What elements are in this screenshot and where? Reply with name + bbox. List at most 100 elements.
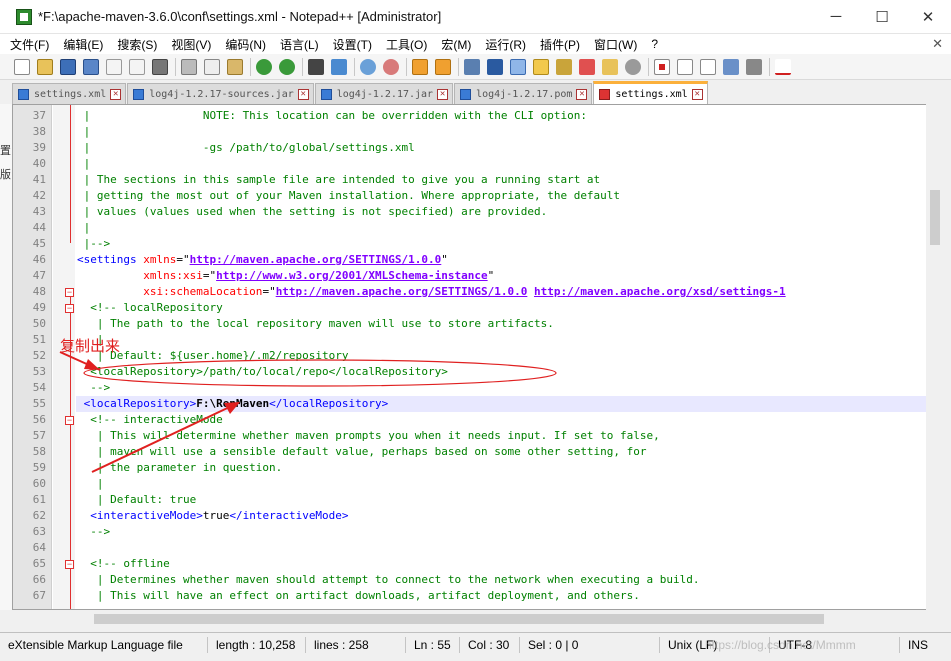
menu-settings[interactable]: 设置(T) <box>333 36 372 53</box>
fold-toggle-icon[interactable]: − <box>65 560 74 569</box>
menu-language[interactable]: 语言(L) <box>280 36 319 53</box>
tab-close-icon[interactable]: ✕ <box>110 88 122 100</box>
save-icon[interactable] <box>60 58 76 75</box>
editor-area[interactable]: 37 38 39 40 41 42 43 44 45 46 47 48 49 5… <box>12 104 938 610</box>
annotation-label: 复制出来 <box>60 337 121 355</box>
tab-log4j-sources-jar[interactable]: log4j-1.2.17-sources.jar ✕ <box>127 83 314 104</box>
menu-plugins[interactable]: 插件(P) <box>540 36 580 53</box>
play-macro-icon[interactable] <box>700 58 716 75</box>
line-number: 66 <box>32 573 46 586</box>
folder-workspace-icon[interactable] <box>602 58 618 75</box>
paste-icon[interactable] <box>227 58 243 75</box>
xml-url[interactable]: http://maven.apache.org/xsd/settings-1 <box>534 285 786 298</box>
tab-log4j-jar[interactable]: log4j-1.2.17.jar ✕ <box>314 83 454 104</box>
code-line-57: | This will determine whether maven prom… <box>77 429 660 442</box>
toolbar-separator <box>354 57 355 76</box>
tab-settings-xml-active[interactable]: settings.xml ✕ <box>593 81 708 104</box>
tab-settings-xml[interactable]: settings.xml ✕ <box>12 83 127 104</box>
lang-define-icon[interactable] <box>533 58 549 75</box>
show-all-chars-icon[interactable] <box>487 58 503 75</box>
xml-url[interactable]: http://maven.apache.org/SETTINGS/1.0.0 <box>276 285 528 298</box>
sync-horizontal-icon[interactable] <box>435 58 451 75</box>
minimize-button[interactable]: ─ <box>813 0 859 34</box>
close-file-icon[interactable] <box>106 58 122 75</box>
line-number: 40 <box>32 157 46 170</box>
window-title: *F:\apache-maven-3.6.0\conf\settings.xml… <box>38 9 442 24</box>
menu-help[interactable]: ? <box>651 37 658 51</box>
fold-toggle-icon[interactable]: − <box>65 416 74 425</box>
vertical-scroll-thumb[interactable] <box>930 190 940 245</box>
code-line-47: xmlns:xsi="http://www.w3.org/2001/XMLSch… <box>77 269 495 282</box>
maximize-button[interactable]: ☐ <box>859 0 905 34</box>
saved-file-icon <box>320 88 332 100</box>
undo-icon[interactable] <box>256 58 272 75</box>
zoom-in-icon[interactable] <box>360 58 376 75</box>
horizontal-scroll-thumb[interactable] <box>94 614 824 624</box>
run-macro-multiple-icon[interactable] <box>723 58 739 75</box>
toolbar-separator <box>250 57 251 76</box>
xml-url[interactable]: http://maven.apache.org/SETTINGS/1.0.0 <box>190 253 442 266</box>
menu-bar: 文件(F) 编辑(E) 搜索(S) 视图(V) 编码(N) 语言(L) 设置(T… <box>0 34 951 54</box>
menu-run[interactable]: 运行(R) <box>485 36 526 53</box>
tab-close-icon[interactable]: ✕ <box>297 88 309 100</box>
code-line-46: <settings xmlns="http://maven.apache.org… <box>77 253 448 266</box>
tab-label: log4j-1.2.17-sources.jar <box>149 88 294 100</box>
open-file-icon[interactable] <box>37 58 53 75</box>
menu-tools[interactable]: 工具(O) <box>386 36 427 53</box>
indent-guide-icon[interactable] <box>510 58 526 75</box>
replace-icon[interactable] <box>331 58 347 75</box>
left-edge-char: 置 <box>0 145 11 157</box>
menu-encoding[interactable]: 编码(N) <box>225 36 266 53</box>
new-file-icon[interactable] <box>14 58 30 75</box>
menu-file[interactable]: 文件(F) <box>10 36 49 53</box>
line-number: 59 <box>32 461 46 474</box>
save-all-icon[interactable] <box>83 58 99 75</box>
tab-close-icon[interactable]: ✕ <box>576 88 588 100</box>
code-line-58: | maven will use a sensible default valu… <box>77 445 647 458</box>
xml-tag: <settings <box>77 253 144 266</box>
line-number: 44 <box>32 221 46 234</box>
menu-window[interactable]: 窗口(W) <box>594 36 637 53</box>
code-line-63: --> <box>77 525 111 538</box>
tab-close-icon[interactable]: ✕ <box>691 88 703 100</box>
line-number: 42 <box>32 189 46 202</box>
sync-vertical-icon[interactable] <box>412 58 428 75</box>
line-number: 58 <box>32 445 46 458</box>
line-number: 47 <box>32 269 46 282</box>
doc-map-icon[interactable] <box>556 58 572 75</box>
copy-icon[interactable] <box>204 58 220 75</box>
tab-label: log4j-1.2.17.jar <box>336 88 434 100</box>
record-macro-icon[interactable] <box>654 58 670 75</box>
close-document-icon[interactable]: ✕ <box>932 36 943 52</box>
menu-macro[interactable]: 宏(M) <box>441 36 471 53</box>
cut-icon[interactable] <box>181 58 197 75</box>
menu-edit[interactable]: 编辑(E) <box>63 36 103 53</box>
vertical-scrollbar[interactable] <box>926 104 943 610</box>
stop-macro-icon[interactable] <box>677 58 693 75</box>
word-wrap-icon[interactable] <box>464 58 480 75</box>
xml-attr: xmlns <box>143 253 177 266</box>
zoom-out-icon[interactable] <box>383 58 399 75</box>
tab-log4j-pom[interactable]: log4j-1.2.17.pom ✕ <box>454 83 593 104</box>
close-button[interactable]: ✕ <box>905 0 951 34</box>
xml-url[interactable]: http://www.w3.org/2001/XMLSchema-instanc… <box>216 269 488 282</box>
tab-close-icon[interactable]: ✕ <box>437 88 449 100</box>
print-icon[interactable] <box>152 58 168 75</box>
code-line-55: <localRepository>F:\RepMaven</localRepos… <box>77 396 389 412</box>
notepadpp-app-icon <box>16 8 32 25</box>
menu-view[interactable]: 视图(V) <box>171 36 211 53</box>
save-macro-icon[interactable] <box>746 58 762 75</box>
status-line-number: Ln : 55 <box>406 636 460 653</box>
find-icon[interactable] <box>308 58 324 75</box>
spell-check-icon[interactable] <box>775 58 791 75</box>
close-all-icon[interactable] <box>129 58 145 75</box>
code-line-65: <!-- offline <box>77 557 170 570</box>
function-list-icon[interactable] <box>579 58 595 75</box>
xml-text-value: true <box>202 509 230 522</box>
fold-toggle-icon[interactable]: − <box>65 288 74 297</box>
menu-search[interactable]: 搜索(S) <box>117 36 157 53</box>
fold-toggle-icon[interactable]: − <box>65 304 74 313</box>
monitoring-icon[interactable] <box>625 58 641 75</box>
fold-margin <box>53 105 75 609</box>
redo-icon[interactable] <box>279 58 295 75</box>
